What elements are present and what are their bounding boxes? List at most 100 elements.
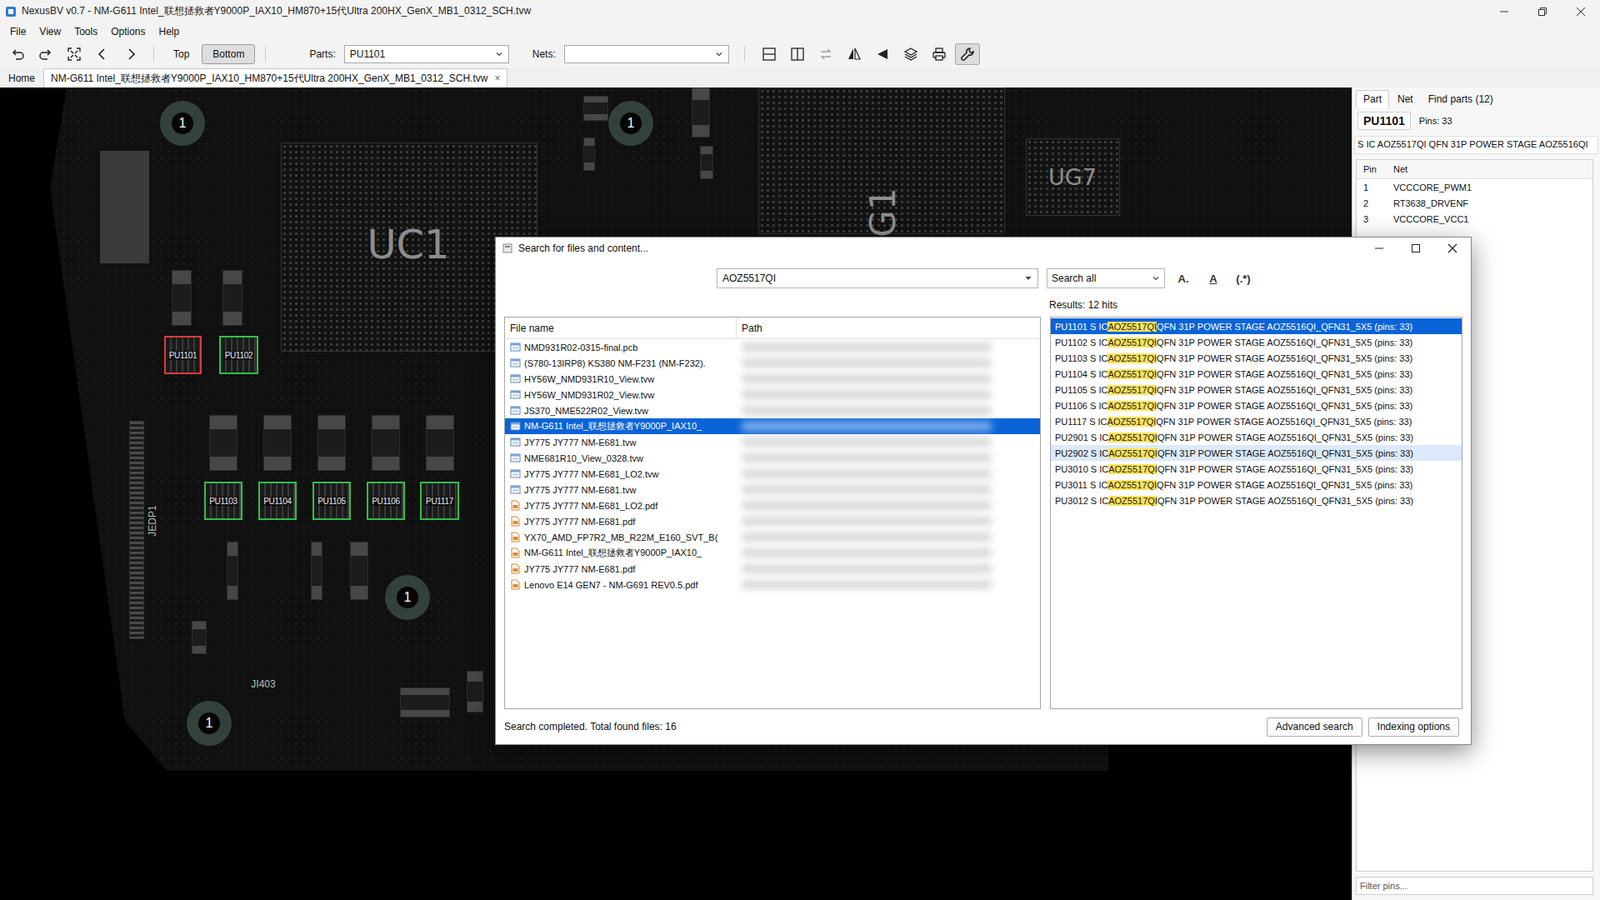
document-tab[interactable]: NM-G611 Intel_联想拯救者Y9000P_IAX10_HM870+15…	[43, 68, 508, 88]
hit-row[interactable]: PU3012 S IC AOZ5517QI QFN 31P POWER STAG…	[1050, 492, 1462, 509]
close-button[interactable]	[1434, 237, 1471, 260]
file-row[interactable]: NMD931R02-0315-final.pcb	[505, 339, 1040, 355]
maximize-button[interactable]	[1397, 237, 1435, 260]
minimize-button[interactable]	[1485, 0, 1524, 23]
board-component[interactable]	[583, 95, 609, 121]
search-option-button[interactable]: A	[1201, 272, 1225, 285]
menu-item[interactable]: Help	[152, 24, 187, 40]
parts-combobox[interactable]: PU1101	[344, 45, 510, 64]
part-footprint[interactable]: PU1105	[312, 481, 351, 520]
pin-row[interactable]: 1VCCCORE_PWM1	[1356, 179, 1593, 195]
column-header[interactable]: File name	[505, 317, 737, 339]
dialog-button[interactable]: Indexing options	[1368, 717, 1460, 737]
dialog-button[interactable]: Advanced search	[1266, 717, 1363, 737]
part-footprint[interactable]: PU1101	[164, 335, 202, 375]
board-component[interactable]	[371, 415, 400, 471]
hit-row[interactable]: PU2902 S IC AOZ5517QI QFN 31P POWER STAG…	[1050, 445, 1462, 461]
tab-close-button[interactable]: ×	[494, 72, 500, 85]
board-component[interactable]	[700, 145, 714, 180]
board-component[interactable]	[171, 270, 192, 326]
panel-tab[interactable]: Net	[1390, 90, 1420, 108]
board-component[interactable]	[310, 541, 323, 600]
board-component[interactable]	[209, 415, 238, 471]
search-query-field[interactable]: AOZ5517QI	[716, 268, 1039, 289]
nets-combobox[interactable]	[564, 45, 730, 64]
hit-row[interactable]: PU1105 S IC AOZ5517QI QFN 31P POWER STAG…	[1050, 381, 1462, 398]
part-footprint[interactable]: PU1106	[366, 481, 405, 520]
menu-item[interactable]: View	[32, 24, 68, 40]
board-component[interactable]	[466, 670, 484, 713]
split-v-button[interactable]	[785, 43, 810, 65]
hit-row[interactable]: PU1104 S IC AOZ5517QI QFN 31P POWER STAG…	[1050, 365, 1462, 382]
search-option-button[interactable]: (.*)	[1231, 272, 1255, 285]
redo-button[interactable]	[33, 43, 59, 65]
hit-row[interactable]: PU1103 S IC AOZ5517QI QFN 31P POWER STAG…	[1050, 350, 1462, 366]
flip-button[interactable]	[870, 43, 895, 65]
filter-pins-input[interactable]	[1355, 876, 1594, 895]
wrench-button[interactable]	[955, 43, 980, 65]
file-row[interactable]: Lenovo E14 GEN7 - NM-G691 REV0.5.pdf	[505, 576, 1040, 593]
restore-button[interactable]	[1523, 0, 1562, 23]
board-component[interactable]	[425, 415, 455, 471]
board-component[interactable]	[222, 270, 243, 326]
search-scope-combobox[interactable]: Search all	[1046, 268, 1165, 289]
part-footprint[interactable]: PU1117	[420, 481, 460, 520]
layers-button[interactable]	[898, 43, 924, 65]
panel-tab[interactable]: Part	[1355, 90, 1390, 108]
layer-button[interactable]: Top	[164, 44, 199, 65]
hit-row[interactable]: PU1101 S IC AOZ5517QI QFN 31P POWER STAG…	[1050, 318, 1462, 335]
pin-row[interactable]: 2RT3638_DRVENF	[1356, 195, 1593, 211]
board-component[interactable]	[191, 620, 207, 655]
file-row[interactable]: NM-G611 Intel_联想拯救者Y9000P_IAX10_	[505, 545, 1040, 561]
minimize-button[interactable]	[1360, 237, 1398, 260]
file-row[interactable]: JY775 JY777 NM-E681.pdf	[505, 513, 1040, 530]
hit-row[interactable]: PU1102 S IC AOZ5517QI QFN 31P POWER STAG…	[1050, 334, 1462, 350]
hit-row[interactable]: PU1106 S IC AOZ5517QI QFN 31P POWER STAG…	[1050, 397, 1462, 414]
part-footprint[interactable]: PU1104	[258, 481, 297, 520]
board-component[interactable]	[263, 415, 292, 471]
forward-button[interactable]	[118, 43, 144, 65]
board-component[interactable]	[317, 415, 346, 471]
board-component[interactable]	[400, 687, 450, 718]
menu-item[interactable]: Tools	[67, 24, 105, 40]
file-row[interactable]: HY56W_NMD931R02_View.tvw	[505, 386, 1040, 403]
hit-row[interactable]: PU1117 S IC AOZ5517QI QFN 31P POWER STAG…	[1050, 413, 1462, 430]
swap-button[interactable]	[813, 43, 839, 65]
part-footprint[interactable]: PU1102	[219, 335, 259, 375]
file-row[interactable]: JY775 JY777 NM-E681.tvw	[505, 481, 1040, 498]
print-button[interactable]	[926, 43, 952, 65]
menu-item[interactable]: Options	[104, 24, 152, 40]
close-button[interactable]	[1561, 0, 1600, 23]
connector-footprint[interactable]	[129, 420, 145, 640]
file-row[interactable]: JY775 JY777 NM-E681_LO2.tvw	[505, 465, 1040, 482]
file-row[interactable]: JY775 JY777 NM-E681.tvw	[505, 434, 1040, 450]
split-h-button[interactable]	[756, 43, 782, 65]
file-row[interactable]: YX70_AMD_FP7R2_MB_R22M_E160_SVT_B(	[505, 529, 1040, 545]
hit-row[interactable]: PU2901 S IC AOZ5517QI QFN 31P POWER STAG…	[1050, 429, 1462, 445]
file-row[interactable]: JY775 JY777 NM-E681.pdf	[505, 560, 1040, 577]
fit-button[interactable]	[61, 43, 87, 65]
hit-row[interactable]: PU3010 S IC AOZ5517QI QFN 31P POWER STAG…	[1050, 460, 1462, 477]
search-option-button[interactable]: A.	[1171, 272, 1195, 285]
document-tab[interactable]: Home	[1, 69, 42, 88]
board-component[interactable]	[583, 137, 595, 171]
mirror-button[interactable]	[841, 43, 867, 65]
column-header[interactable]: Path	[736, 322, 1040, 335]
board-component[interactable]	[350, 541, 369, 600]
menu-item[interactable]: File	[3, 24, 33, 40]
file-row[interactable]: JY775 JY777 NM-E681_LO2.pdf	[505, 497, 1040, 514]
pin-row[interactable]: 3VCCCORE_VCC1	[1356, 210, 1593, 227]
back-button[interactable]	[90, 43, 115, 65]
board-component[interactable]	[691, 87, 710, 138]
part-footprint[interactable]: PU1103	[204, 481, 243, 520]
board-component[interactable]	[226, 541, 239, 600]
file-row[interactable]: NME681R10_View_0328.tvw	[505, 450, 1040, 466]
part-description[interactable]: S IC AOZ5517QI QFN 31P POWER STAGE AOZ55…	[1354, 135, 1599, 155]
hit-row[interactable]: PU3011 S IC AOZ5517QI QFN 31P POWER STAG…	[1050, 476, 1462, 493]
file-row[interactable]: JS370_NME522R02_View.tvw	[505, 402, 1040, 419]
layer-button[interactable]: Bottom	[201, 44, 255, 65]
panel-tab[interactable]: Find parts (12)	[1421, 90, 1500, 108]
file-row[interactable]: (S780-13IRP8) KS380 NM-F231 (NM-F232).	[505, 355, 1040, 371]
file-row[interactable]: HY56W_NMD931R10_View.tvw	[505, 370, 1040, 387]
file-row[interactable]: NM-G611 Intel_联想拯救者Y9000P_IAX10_	[505, 418, 1040, 435]
